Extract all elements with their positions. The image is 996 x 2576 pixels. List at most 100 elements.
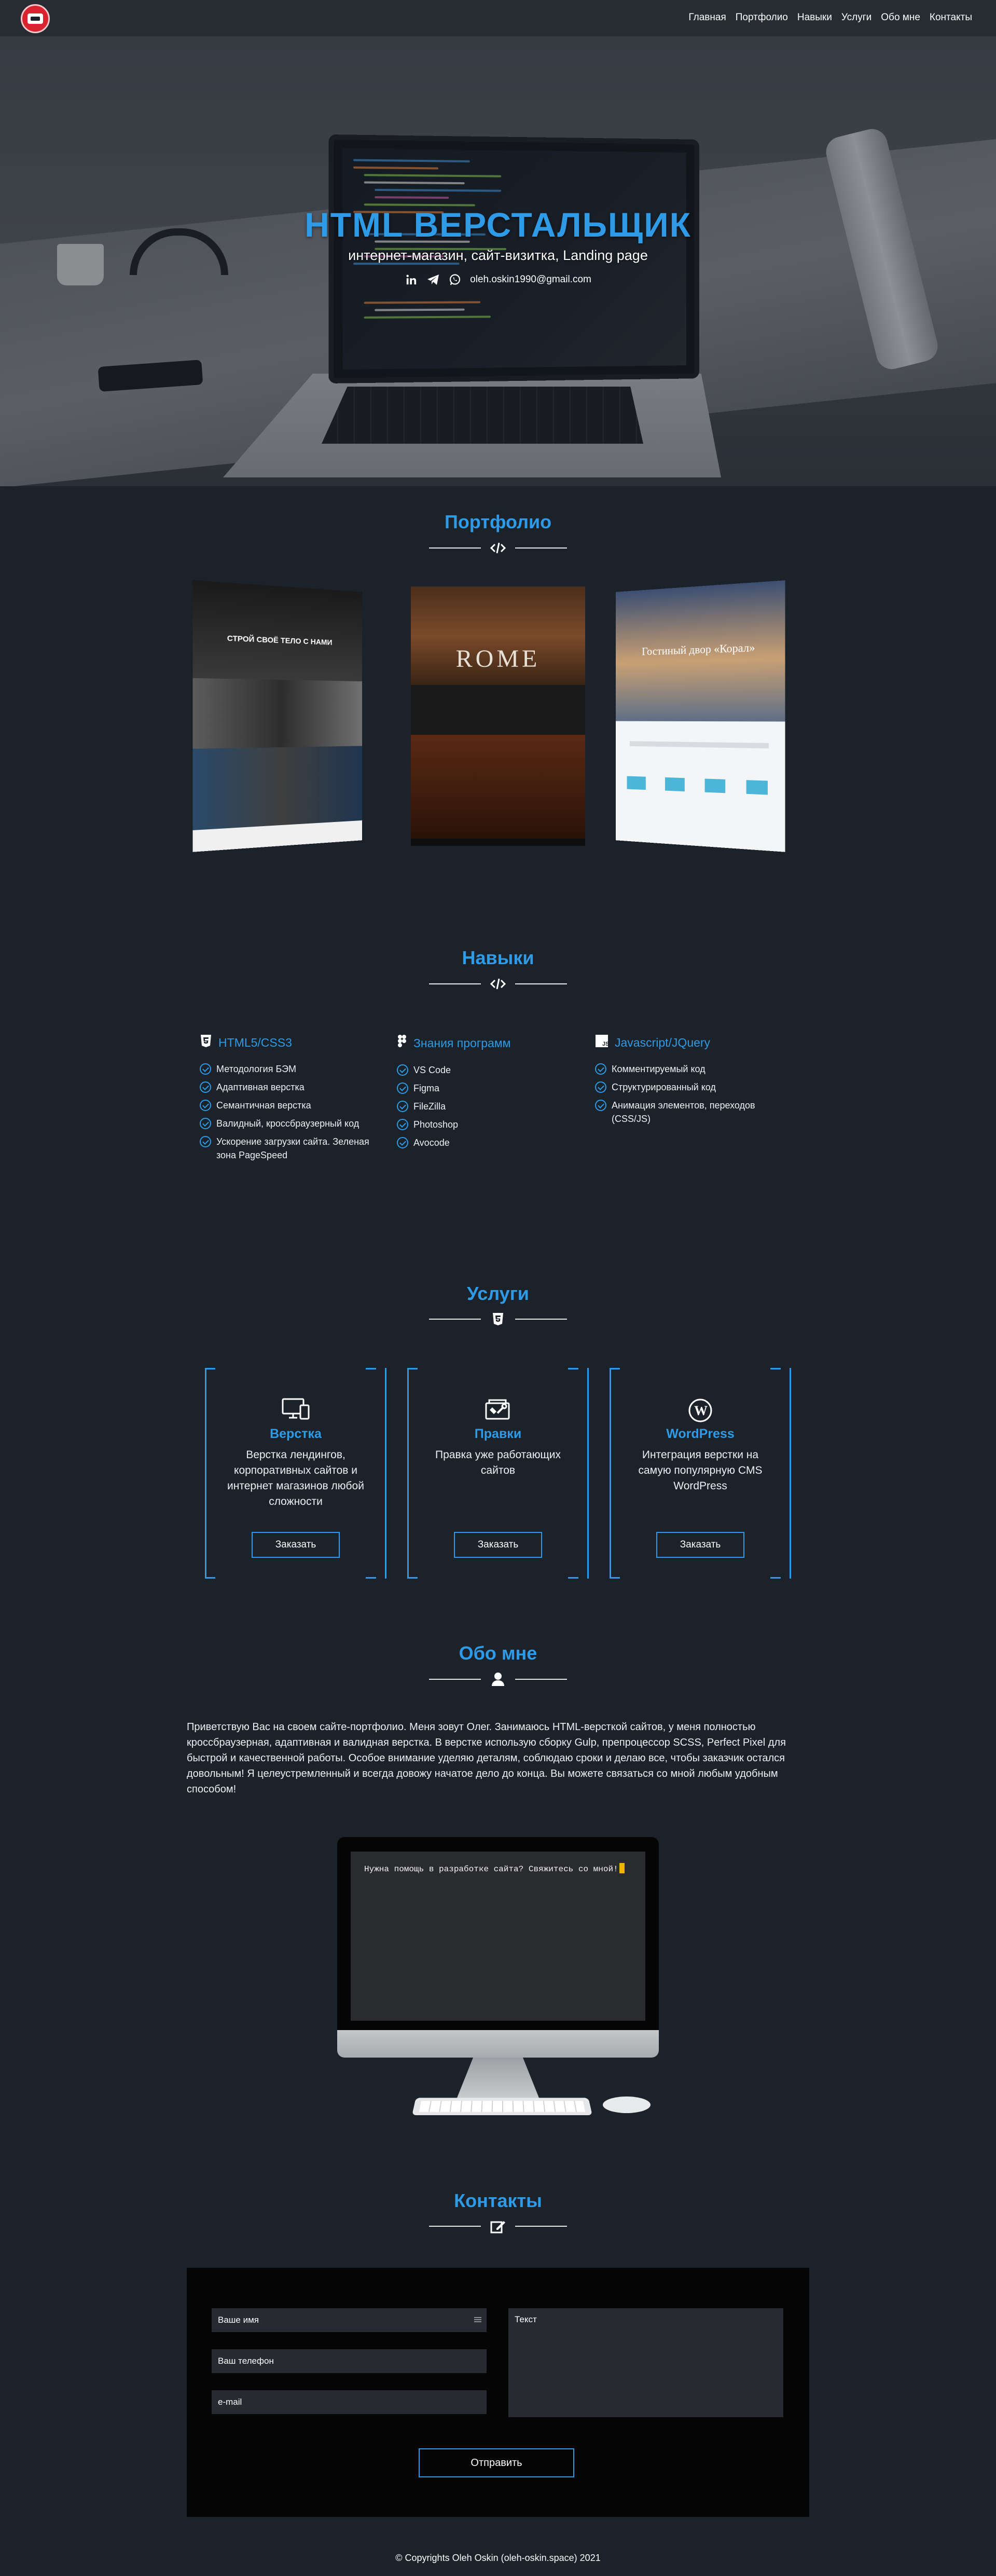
skill-column-header: Знания программ: [397, 1034, 584, 1052]
list-item: Анимация элементов, переходов (CSS/JS): [595, 1099, 782, 1126]
wordpress-icon: W: [610, 1398, 791, 1423]
check-circle-icon: [397, 1064, 408, 1076]
portfolio-card-rome[interactable]: ROME: [411, 586, 585, 846]
check-circle-icon: [200, 1136, 211, 1147]
monitor-typed-text: Нужна помощь в разработке сайта? Свяжите…: [364, 1863, 625, 1874]
monitor-screen: Нужна помощь в разработке сайта? Свяжите…: [351, 1852, 645, 2021]
check-circle-icon: [200, 1100, 211, 1111]
services-title: Услуги: [0, 1283, 996, 1305]
code-icon: [489, 539, 507, 557]
service-name: WordPress: [610, 1427, 791, 1442]
skill-column-title: Javascript/JQuery: [615, 1036, 710, 1050]
service-name: Правки: [407, 1427, 589, 1442]
contacts-divider: [429, 2217, 567, 2236]
telegram-icon[interactable]: [426, 273, 440, 286]
list-item: Avocode: [397, 1136, 584, 1149]
portfolio-title: Портфолио: [0, 511, 996, 533]
linkedin-icon[interactable]: [405, 273, 418, 286]
portfolio-grid: СТРОЙ СВОЁ ТЕЛО С НАМИ ROME Гостиный дво…: [0, 586, 996, 919]
service-card-fixes: Правки Правка уже работающих сайтов Зака…: [407, 1368, 589, 1579]
service-description: Интеграция верстки на самую популярную C…: [625, 1447, 776, 1494]
skill-column-programs: Знания программ VS Code Figma FileZilla …: [397, 1034, 584, 1154]
skills-title: Навыки: [0, 947, 996, 969]
service-description: Правка уже работающих сайтов: [423, 1447, 573, 1478]
css3-icon: [200, 1034, 212, 1051]
contacts-title: Контакты: [0, 2190, 996, 2212]
edit-icon: [489, 2217, 507, 2236]
about-title: Обо мне: [0, 1642, 996, 1664]
svg-text:JS: JS: [602, 1041, 608, 1047]
nav-link-services[interactable]: Услуги: [841, 12, 872, 23]
list-item: Комментируемый код: [595, 1062, 782, 1076]
code-icon: [489, 975, 507, 993]
devices-icon: [205, 1398, 386, 1420]
skill-column-js: JS Javascript/JQuery Комментируемый код …: [595, 1034, 782, 1130]
nav-link-skills[interactable]: Навыки: [797, 12, 832, 23]
list-item: Адаптивная верстка: [200, 1080, 386, 1094]
tools-icon: [407, 1398, 589, 1422]
name-field[interactable]: Ваше имя: [212, 2308, 487, 2332]
hero-email[interactable]: oleh.oskin1990@gmail.com: [470, 274, 591, 285]
check-circle-icon: [200, 1118, 211, 1129]
portfolio-card-headline: ROME: [411, 645, 585, 673]
order-button[interactable]: Заказать: [454, 1532, 542, 1558]
figma-icon: [397, 1034, 407, 1052]
service-name: Верстка: [205, 1427, 386, 1442]
skill-column-title: Знания программ: [413, 1036, 510, 1050]
list-item: FileZilla: [397, 1100, 584, 1113]
nav-link-contacts[interactable]: Контакты: [930, 12, 972, 23]
service-card-wordpress: W WordPress Интеграция верстки на самую …: [610, 1368, 791, 1579]
check-circle-icon: [200, 1063, 211, 1075]
skill-list: Методология БЭМ Адаптивная верстка Семан…: [200, 1062, 386, 1162]
email-field[interactable]: e-mail: [212, 2390, 487, 2414]
hero-title: HTML ВЕРСТАЛЬЩИК: [0, 205, 996, 244]
skill-column-header: HTML5/CSS3: [200, 1034, 386, 1051]
monitor-stand: [457, 2058, 540, 2099]
contact-form: Ваше имя Ваш телефон e-mail Текст Отправ…: [187, 2268, 809, 2517]
check-circle-icon: [397, 1083, 408, 1094]
footer-copyright: © Copyrights Oleh Oskin (oleh-oskin.spac…: [0, 2553, 996, 2564]
svg-text:W: W: [694, 1403, 708, 1418]
list-item: VS Code: [397, 1063, 584, 1077]
check-circle-icon: [200, 1081, 211, 1093]
nav-link-about[interactable]: Обо мне: [881, 12, 920, 23]
list-item: Структурированный код: [595, 1080, 782, 1094]
order-button[interactable]: Заказать: [252, 1532, 340, 1558]
js-icon: JS: [595, 1034, 608, 1051]
portfolio-divider: [429, 539, 567, 557]
list-item: Семантичная верстка: [200, 1099, 386, 1112]
services-divider: [429, 1310, 567, 1328]
skills-divider: [429, 975, 567, 993]
nav-link-home[interactable]: Главная: [688, 12, 726, 23]
hero-subtitle: интернет-магазин, сайт-визитка, Landing …: [0, 248, 996, 264]
order-button[interactable]: Заказать: [656, 1532, 744, 1558]
list-item: Photoshop: [397, 1118, 584, 1131]
monitor-illustration: Нужна помощь в разработке сайта? Свяжите…: [337, 1837, 659, 2058]
list-item: Ускорение загрузки сайта. Зеленая зона P…: [200, 1135, 386, 1162]
skill-column-title: HTML5/CSS3: [218, 1036, 292, 1050]
about-text: Приветствую Вас на своем сайте-портфолио…: [187, 1719, 809, 1797]
site-logo[interactable]: [21, 4, 50, 33]
check-circle-icon: [595, 1063, 606, 1075]
whatsapp-icon[interactable]: [448, 273, 462, 286]
about-divider: [429, 1670, 567, 1689]
message-textarea[interactable]: Текст: [508, 2308, 783, 2417]
skill-column-html: HTML5/CSS3 Методология БЭМ Адаптивная ве…: [200, 1034, 386, 1167]
phone-field[interactable]: Ваш телефон: [212, 2349, 487, 2373]
hero-contacts: oleh.oskin1990@gmail.com: [0, 273, 996, 286]
skill-list: Комментируемый код Структурированный код…: [595, 1062, 782, 1126]
check-circle-icon: [397, 1137, 408, 1148]
service-card-layout: Верстка Верстка лендингов, корпоративных…: [205, 1368, 386, 1579]
html5-icon: [489, 1310, 507, 1328]
top-navbar: Главная Портфолио Навыки Услуги Обо мне …: [0, 0, 996, 36]
main-menu: Главная Портфолио Навыки Услуги Обо мне …: [688, 12, 972, 23]
nav-link-portfolio[interactable]: Портфолио: [736, 12, 788, 23]
skill-column-header: JS Javascript/JQuery: [595, 1034, 782, 1051]
check-circle-icon: [595, 1100, 606, 1111]
service-description: Верстка лендингов, корпоративных сайтов …: [220, 1447, 371, 1510]
portfolio-card-fitness[interactable]: СТРОЙ СВОЁ ТЕЛО С НАМИ: [192, 580, 362, 852]
user-icon: [489, 1670, 507, 1689]
autofill-icon: [474, 2317, 481, 2318]
submit-button[interactable]: Отправить: [419, 2448, 574, 2477]
portfolio-card-coral[interactable]: Гостиный двор «Корал»: [616, 580, 785, 852]
